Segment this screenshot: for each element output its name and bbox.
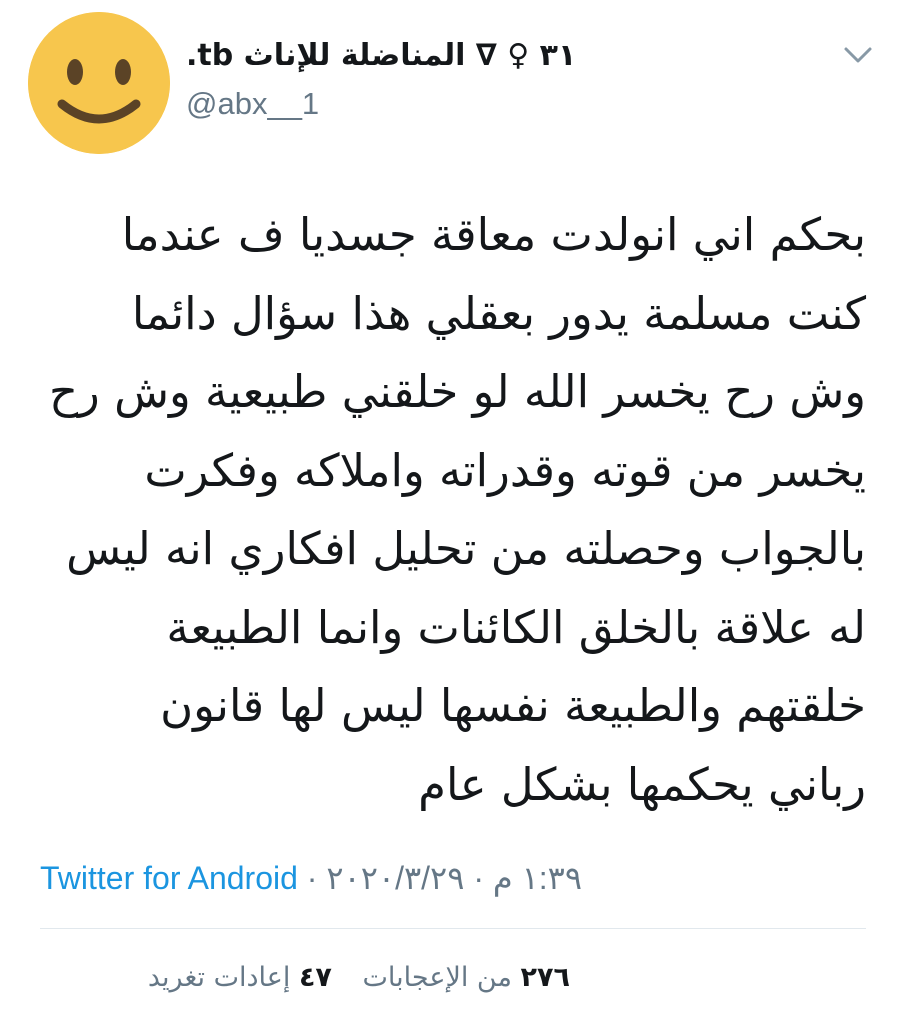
- tweet-text-line: بحكم اني انولدت معاقة جسديا ف عندما: [121, 208, 866, 261]
- meta-separator: ·: [473, 860, 484, 896]
- tweet-source-link[interactable]: Twitter for Android: [40, 860, 298, 896]
- tweet-stats: ٢٧٦ من الإعجابات ٤٧ إعادات تغريد: [40, 954, 570, 1002]
- retweets-stat[interactable]: ٤٧ إعادات تغريد: [148, 954, 332, 1002]
- retweets-count: ٤٧: [298, 962, 332, 993]
- tweet-text-line: له علاقة بالخلق الكائنات وانما الطبيعة: [166, 600, 866, 654]
- display-name[interactable]: .tb ٣١ ♀︎ ∇ المناضلة للإناث: [186, 36, 626, 76]
- tweet-text-line: رباني يحكمها بشكل عام: [418, 757, 866, 811]
- tweet-text-line: بالجواب وحصلته من تحليل افكاري انه ليس: [66, 522, 866, 575]
- retweets-label: إعادات تغريد: [147, 962, 291, 993]
- chevron-down-icon[interactable]: [838, 40, 878, 70]
- smiling-face-icon: [28, 12, 170, 154]
- likes-label: من الإعجابات: [362, 962, 512, 993]
- meta-separator: ·: [306, 860, 318, 896]
- tweet-date: ٢٠٢٠/٣/٢٩: [326, 860, 465, 896]
- tweet-text-line: يخسر من قوته وقدراته واملاكه وفكرت: [144, 443, 866, 497]
- divider: [40, 928, 866, 929]
- tweet-time: ١:٣٩ م: [492, 860, 583, 896]
- likes-stat[interactable]: ٢٧٦ من الإعجابات: [363, 954, 570, 1002]
- author-block: .tb ٣١ ♀︎ ∇ المناضلة للإناث @abx__1: [186, 28, 646, 128]
- tweet-text-line: وش رح يخسر الله لو خلقني طبيعية وش رح: [48, 365, 866, 418]
- tweet-card: .tb ٣١ ♀︎ ∇ المناضلة للإناث @abx__1 بحكم…: [0, 0, 905, 1024]
- tweet-text-line: خلقتهم والطبيعة نفسها ليس لها قانون: [160, 679, 866, 732]
- likes-count: ٢٧٦: [520, 962, 570, 993]
- tweet-text: بحكم اني انولدت معاقة جسديا ف عندما كنت …: [30, 196, 866, 824]
- tweet-meta: Twitter for Android · ٢٠٢٠/٣/٢٩ · ١:٣٩ م: [40, 858, 582, 898]
- avatar[interactable]: [28, 12, 170, 154]
- tweet-text-line: كنت مسلمة يدور بعقلي هذا سؤال دائما: [131, 286, 866, 340]
- user-handle[interactable]: @abx__1: [186, 84, 319, 124]
